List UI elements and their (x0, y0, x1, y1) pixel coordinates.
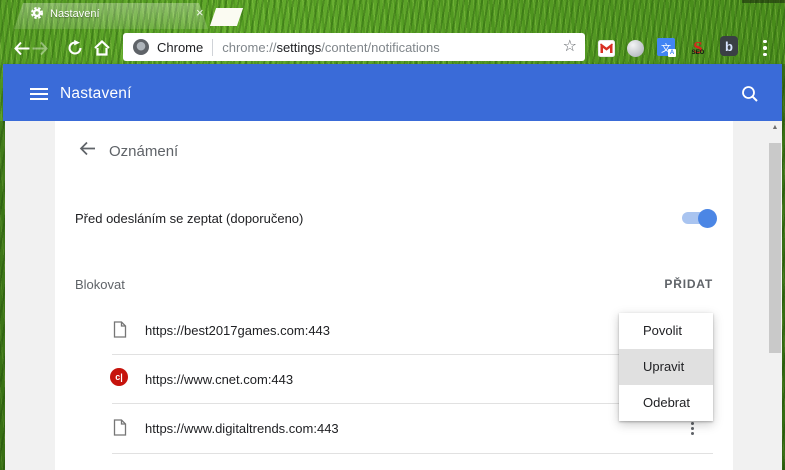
translate-glyph: 文A (657, 38, 676, 57)
site-context-menu: Povolit Upravit Odebrat (619, 313, 713, 421)
b-glyph: b (720, 36, 738, 56)
url-scheme: chrome:// (222, 39, 277, 55)
chrome-logo-icon (133, 39, 149, 55)
home-button[interactable] (91, 37, 113, 59)
translate-mini-glyph: A (668, 49, 676, 57)
menu-item-upravit[interactable]: Upravit (619, 349, 713, 385)
search-icon[interactable] (740, 84, 762, 106)
url-path: /content/notifications (321, 39, 440, 55)
url-separator (212, 38, 214, 56)
site-url: https://best2017games.com:443 (145, 323, 331, 338)
browser-menu-button[interactable] (760, 38, 770, 58)
reload-button[interactable] (64, 37, 86, 59)
toggle-knob (698, 208, 717, 228)
add-button[interactable]: PŘIDAT (664, 277, 713, 291)
site-url: https://www.cnet.com:443 (145, 372, 294, 387)
menu-item-odebrat[interactable]: Odebrat (619, 385, 713, 421)
back-arrow-button[interactable] (75, 136, 99, 160)
desktop-edge-left (0, 121, 5, 470)
hamburger-menu-icon[interactable] (30, 88, 48, 100)
sphere-glyph (626, 39, 644, 57)
seo-extension-icon[interactable]: S SEO (689, 37, 707, 57)
new-tab-button[interactable] (209, 8, 244, 26)
url-host: settings (276, 39, 322, 55)
gray-sphere-extension-icon[interactable] (626, 39, 644, 57)
settings-title: Nastavení (60, 85, 132, 102)
settings-gear-icon (31, 7, 43, 19)
row-divider (112, 453, 713, 454)
scrollbar-thumb[interactable] (769, 143, 781, 353)
settings-header: Nastavení (3, 64, 782, 121)
forward-button (29, 37, 51, 59)
page-icon (113, 321, 127, 338)
vertical-scrollbar[interactable]: ▲ (768, 121, 782, 470)
page-icon (113, 419, 127, 436)
address-bar[interactable]: Chrome chrome://settings/content/notific… (123, 33, 585, 61)
site-url: https://www.digitaltrends.com:443 (145, 421, 339, 436)
block-section-label: Blokovat (75, 277, 125, 292)
b-extension-icon[interactable]: b (720, 36, 738, 56)
browser-window: Nastavení × Chrome chrome://settings/con… (0, 0, 785, 470)
ask-before-sending-label: Před odesláním se zeptat (doporučeno) (75, 211, 304, 226)
url-origin-label: Chrome (157, 39, 204, 55)
translate-extension-icon[interactable]: 文A (657, 38, 676, 57)
tab-title: Nastavení (50, 8, 100, 20)
url-text: chrome://settings/content/notifications (222, 40, 440, 55)
bookmark-star-icon[interactable]: ☆ (563, 39, 577, 55)
ask-before-sending-toggle[interactable] (682, 208, 717, 228)
tab-close-icon[interactable]: × (196, 6, 204, 19)
gmail-extension-icon[interactable] (597, 39, 615, 57)
menu-item-povolit[interactable]: Povolit (619, 313, 713, 349)
row-overflow-menu-icon[interactable] (685, 420, 699, 436)
scroll-up-arrow-icon[interactable]: ▲ (768, 124, 782, 131)
page-title: Oznámení (109, 143, 179, 160)
cnet-favicon: c| (110, 368, 128, 386)
window-controls-edge (742, 0, 785, 3)
seo-text: SEO (691, 50, 705, 56)
